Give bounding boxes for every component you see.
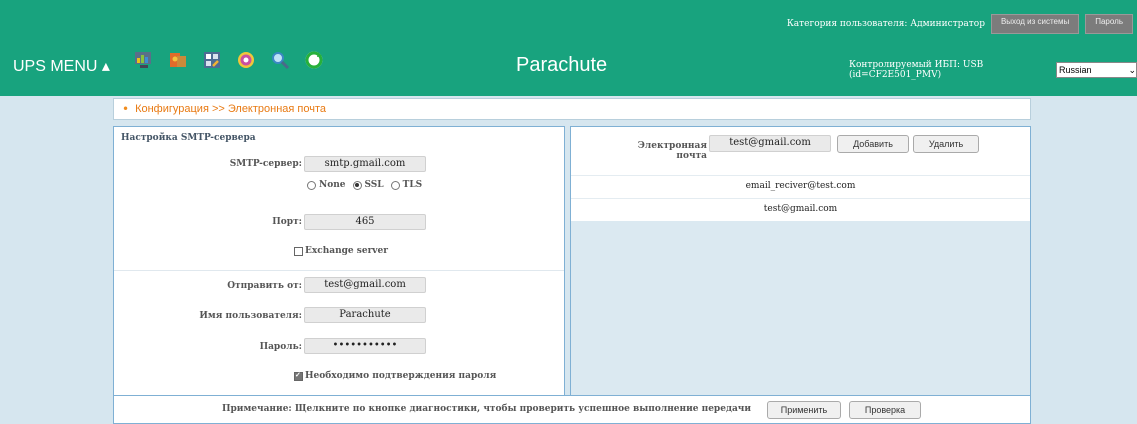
breadcrumb-text: Конфигурация >> Электронная почта [135, 103, 327, 115]
exchange-server-label: Exchange server [305, 246, 389, 256]
radio-tls[interactable] [390, 180, 400, 190]
user-bar: Категория пользователя: Администратор Вы… [787, 14, 1133, 34]
username-label: Имя пользователя: [199, 311, 302, 321]
footer-bar: Примечание: Щелкните по кнопке диагности… [113, 395, 1031, 424]
radio-ssl-label: SSL [364, 180, 384, 190]
confirm-password-row: Необходимо подтверждения пароля [294, 370, 497, 381]
exchange-server-row: Exchange server [294, 246, 388, 256]
port-input[interactable]: 465 [304, 214, 426, 230]
delete-email-button[interactable]: Удалить [913, 135, 979, 153]
email-input[interactable]: test@gmail.com [709, 135, 831, 152]
add-email-button[interactable]: Добавить [837, 135, 909, 153]
search-icon[interactable] [269, 49, 291, 71]
confirm-password-checkbox[interactable] [294, 370, 303, 381]
smtp-server-label: SMTP-сервер: [229, 159, 302, 169]
email-list-empty-area [571, 221, 1030, 396]
header-bar: Категория пользователя: Администратор Вы… [0, 0, 1137, 96]
refresh-icon[interactable] [303, 49, 325, 71]
email-panel: Электронная почта test@gmail.com Добавит… [570, 126, 1031, 397]
security-options: None SSL TLS [307, 180, 422, 190]
ups-menu-toggle[interactable]: UPS MENU ▴ [13, 56, 110, 76]
target-icon[interactable] [235, 49, 257, 71]
test-button[interactable]: Проверка [849, 401, 921, 419]
radio-tls-label: TLS [402, 180, 423, 190]
logout-button[interactable]: Выход из системы [990, 14, 1080, 34]
email-list-item[interactable]: test@gmail.com [571, 198, 1030, 219]
password-input[interactable]: ••••••••••• [304, 338, 426, 354]
diagnostic-note: Примечание: Щелкните по кнопке диагности… [222, 404, 752, 414]
smtp-settings-panel: Настройка SMTP-сервера SMTP-сервер: smtp… [113, 126, 565, 397]
password-button[interactable]: Пароль [1085, 14, 1133, 34]
confirm-password-label: Необходимо подтверждения пароля [305, 371, 497, 381]
apply-button[interactable]: Применить [767, 401, 841, 419]
language-select[interactable]: Russian ⌄ [1056, 62, 1137, 78]
bullet-icon: • [122, 102, 130, 116]
radio-none-label: None [319, 180, 346, 190]
monitor-chart-icon[interactable] [133, 49, 155, 71]
tools-icon[interactable] [201, 49, 223, 71]
smtp-section-title: Настройка SMTP-сервера [121, 133, 256, 143]
toolbar-icons [133, 49, 325, 71]
monitored-ups-text: Контролируемый ИБП: USB (id=CF2E501_PMV) [849, 60, 984, 80]
email-label: Электронная почта [637, 141, 707, 161]
smtp-server-input[interactable]: smtp.gmail.com [304, 156, 426, 172]
password-label: Пароль: [259, 342, 302, 352]
from-input[interactable]: test@gmail.com [304, 277, 426, 293]
radio-ssl[interactable] [352, 180, 362, 190]
settings-box-icon[interactable] [167, 49, 189, 71]
radio-none[interactable] [307, 180, 316, 190]
ups-info: Контролируемый ИБП: USB (id=CF2E501_PMV)… [849, 60, 1137, 80]
username-input[interactable]: Parachute [304, 307, 426, 323]
chevron-down-icon: ⌄ [1128, 64, 1136, 75]
language-value: Russian [1059, 65, 1092, 75]
divider [114, 270, 564, 271]
email-list-item[interactable]: email_reciver@test.com [571, 175, 1030, 196]
port-label: Порт: [272, 217, 302, 227]
from-label: Отправить от: [227, 281, 302, 291]
breadcrumb: • Конфигурация >> Электронная почта [113, 98, 1031, 120]
brand-logo: Parachute [516, 54, 608, 76]
user-category: Категория пользователя: Администратор [786, 19, 985, 29]
exchange-server-checkbox[interactable] [294, 246, 303, 256]
